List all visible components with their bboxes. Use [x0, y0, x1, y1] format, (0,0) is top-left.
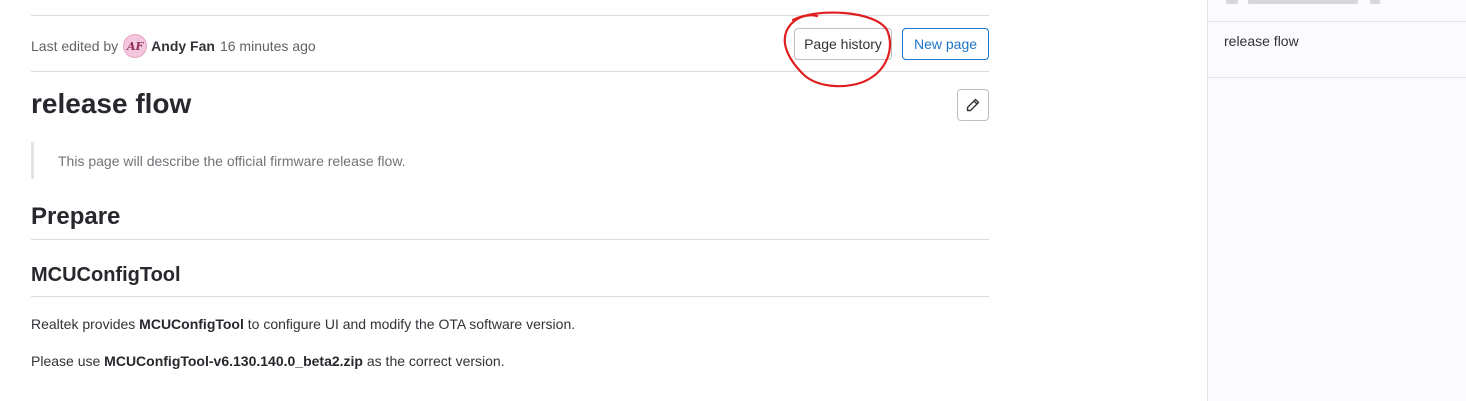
sidebar-header-text — [1248, 0, 1358, 4]
page-description-quote: This page will describe the official fir… — [31, 142, 989, 179]
text-segment: Realtek provides — [31, 316, 140, 332]
text-segment: as the correct version. — [362, 353, 505, 369]
sidebar-header — [1208, 0, 1466, 22]
pencil-icon — [966, 98, 980, 112]
sidebar-header-icon — [1226, 0, 1238, 4]
sidebar-item-release-flow[interactable]: release flow — [1224, 33, 1299, 49]
avatar[interactable]: AF — [123, 34, 148, 58]
edit-page-button[interactable] — [957, 89, 989, 121]
page-meta-bar: Last edited by AF Andy Fan 16 minutes ag… — [31, 11, 989, 88]
heading-mcuconfigtool: MCUConfigTool — [31, 264, 989, 297]
paragraph-tool-description: Realtek provides MCUConfigTool to config… — [31, 316, 575, 332]
bold-tool-name: MCUConfigTool — [139, 316, 244, 332]
heading-prepare: Prepare — [31, 203, 989, 240]
text-segment: Please use — [31, 353, 105, 369]
edited-time: 16 minutes ago — [219, 38, 316, 54]
last-edited-info: Last edited by AF Andy Fan 16 minutes ag… — [31, 34, 316, 58]
author-name[interactable]: Andy Fan — [151, 38, 215, 54]
page-history-button[interactable]: Page history — [794, 28, 892, 60]
text-segment: to configure UI and modify the OTA softw… — [243, 316, 576, 332]
bold-zip-name: MCUConfigTool-v6.130.140.0_beta2.zip — [104, 353, 363, 369]
paragraph-version: Please use MCUConfigTool-v6.130.140.0_be… — [31, 353, 505, 369]
last-edited-label: Last edited by — [31, 38, 119, 54]
new-page-button[interactable]: New page — [902, 28, 989, 60]
page-title: release flow — [31, 88, 192, 119]
wiki-main-content: Last edited by AF Andy Fan 16 minutes ag… — [31, 0, 989, 401]
wiki-sidebar: release flow — [1207, 0, 1466, 401]
sidebar-divider — [1208, 77, 1466, 78]
sidebar-header-icon — [1370, 0, 1380, 4]
